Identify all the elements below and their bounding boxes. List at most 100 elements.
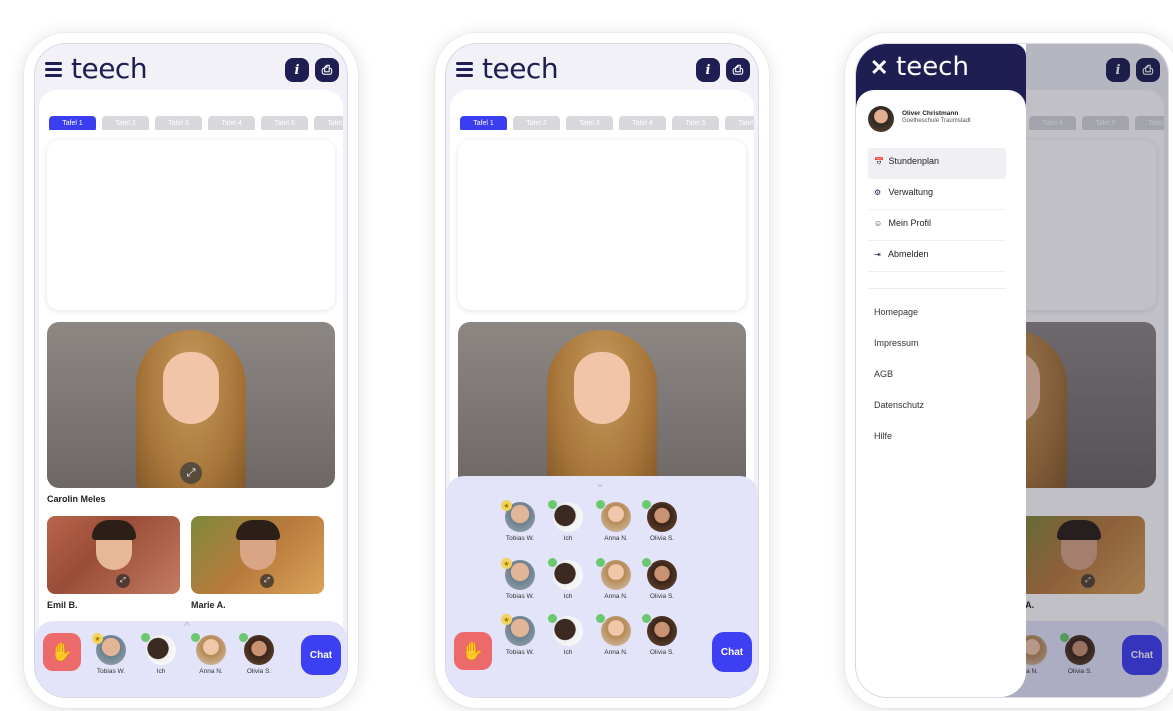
online-indicator (641, 557, 652, 568)
participant[interactable]: Anna N. (189, 632, 233, 675)
tab-tafel-5[interactable]: Tafel 5 (261, 116, 308, 130)
app-logo: teech (71, 52, 148, 85)
chat-button[interactable]: Chat (301, 635, 341, 675)
online-indicator (238, 632, 249, 643)
tab-tafel-3[interactable]: Tafel 3 (155, 116, 202, 130)
participant-name: Olivia S. (649, 649, 675, 656)
participant[interactable]: Ich (546, 499, 590, 542)
tab-tafel-1[interactable]: Tafel 1 (49, 116, 96, 130)
raise-hand-button[interactable]: ✋ (454, 632, 492, 670)
star-badge-icon: ★ (92, 633, 103, 644)
menu-item-label: Abmelden (888, 249, 929, 259)
participant-name: Anna N. (604, 535, 628, 542)
participant[interactable]: Ich (546, 613, 590, 656)
main-video[interactable] (458, 322, 746, 488)
link-hilfe[interactable]: Hilfe (868, 421, 1006, 452)
avatar (868, 106, 894, 132)
participant[interactable]: ★ Tobias W. (498, 614, 542, 656)
screen: teech i ⎙ Tafel 1 Tafel 2 Tafel 3 Tafel 4 Ta… (445, 43, 759, 698)
tab-tafel-6[interactable]: Tafel 6 (314, 116, 343, 130)
participant-name: Ich (563, 535, 573, 542)
info-icon[interactable]: i (285, 58, 309, 82)
link-homepage[interactable]: Homepage (868, 297, 1006, 328)
participant[interactable]: Anna N. (594, 613, 638, 656)
main-speaker-name: Carolin Meles (47, 494, 106, 504)
participant-name: Tobias W. (96, 668, 126, 675)
tab-tafel-2[interactable]: Tafel 2 (102, 116, 149, 130)
participant-image (235, 520, 280, 570)
app-header: teech i ⎙ (446, 44, 758, 96)
participant-name: Tobias W. (505, 593, 535, 600)
board-tabs: Tafel 1 Tafel 2 Tafel 3 Tafel 4 Tafel 5 Tafel… (460, 112, 754, 130)
participant-name: Anna N. (604, 649, 628, 656)
gear-icon: ⚙ (874, 188, 882, 197)
video-tile-marie[interactable]: ⤢ (191, 516, 324, 594)
participant[interactable]: ★ Tobias W. (89, 633, 133, 675)
tab-tafel-4[interactable]: Tafel 4 (208, 116, 255, 130)
chevron-down-icon[interactable]: ⌄ (595, 476, 605, 490)
link-agb[interactable]: AGB (868, 359, 1006, 390)
phone-participants-expanded: teech i ⎙ Tafel 1 Tafel 2 Tafel 3 Tafel 4 Ta… (435, 33, 769, 708)
phone-menu-open: i ⎙ Tafel 1Tafel 2Tafel 3Tafel 4Tafel 5T… (845, 33, 1173, 708)
participant[interactable]: Anna N. (594, 557, 638, 600)
participant-name: Anna N. (604, 593, 628, 600)
app-header: teech i ⎙ (35, 44, 347, 96)
stage: teech i ⎙ Tafel 1 Tafel 2 Tafel 3 Tafel 4 Ta… (0, 0, 1173, 711)
fullscreen-icon[interactable]: ⤢ (260, 574, 274, 588)
chat-button[interactable]: Chat (712, 632, 752, 672)
link-impressum[interactable]: Impressum (868, 328, 1006, 359)
hamburger-menu-icon[interactable] (45, 62, 62, 77)
participant[interactable]: Olivia S. (640, 499, 684, 542)
menu-item-verwaltung[interactable]: ⚙ Verwaltung (868, 179, 1006, 210)
tab-tafel-1[interactable]: Tafel 1 (460, 116, 507, 130)
participant-name: Anna N. (199, 668, 223, 675)
main-video[interactable]: ⤢ (47, 322, 335, 488)
participants-tray: ⌄ ★ Tobias W. Ich Anna N. Olivia S. ★ Tobi… (446, 476, 758, 697)
tab-tafel-4[interactable]: Tafel 4 (619, 116, 666, 130)
whiteboard[interactable] (458, 140, 746, 310)
online-indicator (190, 632, 201, 643)
whiteboard[interactable] (47, 140, 335, 310)
participant-name: Ich (563, 649, 573, 656)
clipboard-icon[interactable]: ⎙ (315, 58, 339, 82)
phone-default-view: teech i ⎙ Tafel 1 Tafel 2 Tafel 3 Tafel 4 Ta… (24, 33, 358, 708)
tab-tafel-6[interactable]: Tafel 6 (725, 116, 754, 130)
online-indicator (595, 557, 606, 568)
app-logo: teech (896, 52, 969, 82)
participant-image (91, 520, 136, 570)
user-name: Oliver Christmann (902, 110, 959, 117)
user-school: Goetheschule Traumstadt (902, 118, 971, 124)
close-icon[interactable]: ✕ (870, 55, 888, 81)
link-datenschutz[interactable]: Datenschutz (868, 390, 1006, 421)
video-tile-emil[interactable]: ⤢ (47, 516, 180, 594)
participant[interactable]: ★ Tobias W. (498, 558, 542, 600)
info-icon[interactable]: i (696, 58, 720, 82)
menu-item-abmelden[interactable]: ⇥ Abmelden (868, 241, 1006, 272)
participant[interactable]: Ich (139, 632, 183, 675)
menu-item-mein-profil[interactable]: ☺ Mein Profil (868, 210, 1006, 241)
raise-hand-button[interactable]: ✋ (43, 633, 81, 671)
tab-tafel-3[interactable]: Tafel 3 (566, 116, 613, 130)
video-label-emil: Emil B. (47, 600, 78, 610)
fullscreen-icon[interactable]: ⤢ (180, 462, 202, 484)
chevron-up-icon[interactable]: ^ (184, 619, 190, 633)
participant[interactable]: Olivia S. (640, 613, 684, 656)
clipboard-icon[interactable]: ⎙ (726, 58, 750, 82)
tab-tafel-2[interactable]: Tafel 2 (513, 116, 560, 130)
participant-name: Olivia S. (246, 668, 272, 675)
participant[interactable]: Olivia S. (237, 632, 281, 675)
profile-icon: ☺ (874, 219, 883, 228)
hamburger-menu-icon[interactable] (456, 62, 473, 77)
content-area: Tafel 1 Tafel 2 Tafel 3 Tafel 4 Tafel 5 Tafel… (39, 90, 343, 697)
screen: i ⎙ Tafel 1Tafel 2Tafel 3Tafel 4Tafel 5T… (855, 43, 1169, 698)
participant-name: Ich (563, 593, 573, 600)
online-indicator (595, 499, 606, 510)
fullscreen-icon[interactable]: ⤢ (116, 574, 130, 588)
participant[interactable]: Ich (546, 557, 590, 600)
participant[interactable]: Anna N. (594, 499, 638, 542)
participant[interactable]: ★ Tobias W. (498, 500, 542, 542)
tab-tafel-5[interactable]: Tafel 5 (672, 116, 719, 130)
menu-item-stundenplan[interactable]: 📅 Stundenplan (868, 148, 1006, 179)
participant[interactable]: Olivia S. (640, 557, 684, 600)
online-indicator (140, 632, 151, 643)
